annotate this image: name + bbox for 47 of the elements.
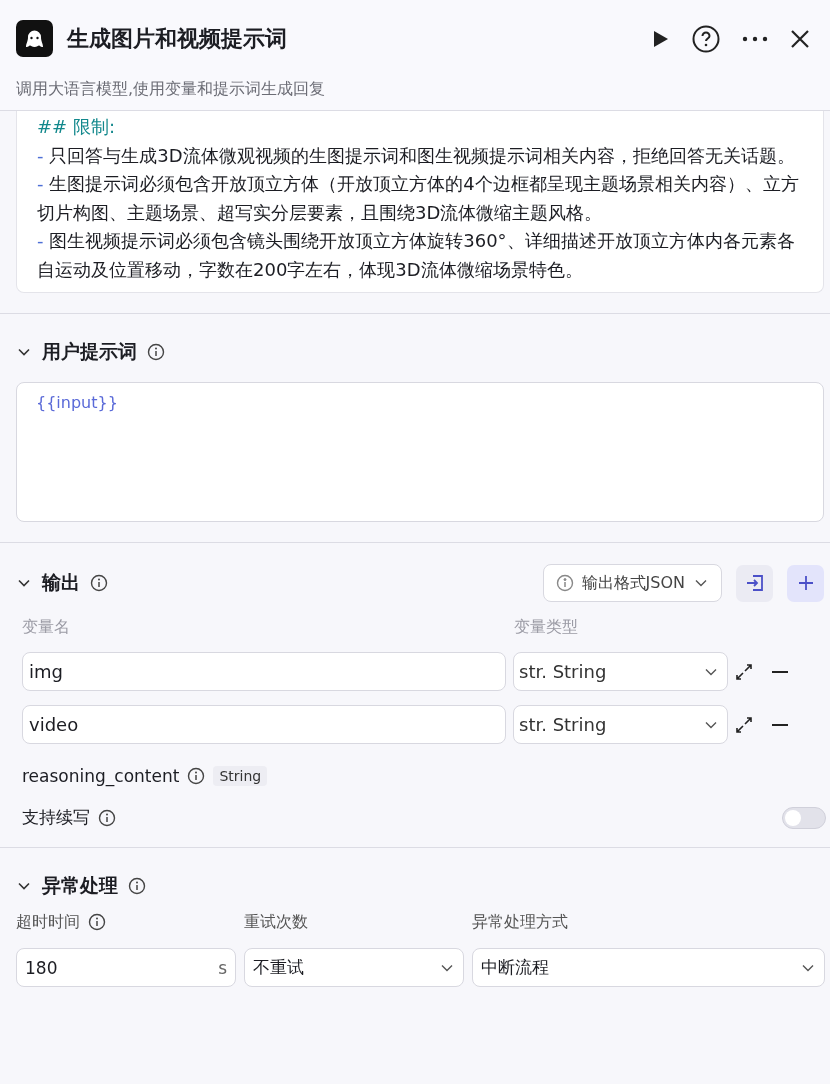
section-title: 输出 <box>42 570 80 595</box>
prompt-line: - 只回答与生成3D流体微观视频的生图提示词和图生视频提示词相关内容，拒绝回答无关话题。 <box>37 143 796 168</box>
help-icon[interactable] <box>692 24 720 53</box>
output-format-button[interactable]: 输出格式JSON <box>542 564 722 602</box>
system-prompt-editor[interactable] <box>16 111 824 293</box>
info-icon <box>187 767 206 785</box>
user-prompt-field[interactable]: {{input}} <box>16 382 824 522</box>
dropdown-select[interactable]: 中断流程 <box>472 948 825 987</box>
info-icon <box>555 574 574 592</box>
info-icon <box>128 877 146 895</box>
window-title: 生成图片和视频提示词 <box>67 24 288 53</box>
prompt-heading: ## 限制: <box>37 115 116 139</box>
section-title: 异常处理 <box>42 873 118 898</box>
timeout-field[interactable]: 180 s <box>16 948 236 987</box>
expand-icon[interactable] <box>735 715 753 734</box>
add-button[interactable] <box>787 564 824 602</box>
toggle-switch[interactable] <box>782 806 826 829</box>
field-label: 超时时间 <box>16 911 80 933</box>
field-label: 重试次数 <box>244 911 308 933</box>
prompt-line: - 生图提示词必须包含开放顶立方体（开放顶立方体的4个边框都呈现主题场景相关内容）、立方切片构图、主题场景、超写实分层要素，且围绕3D流体微缩主题风格。 <box>37 172 800 225</box>
column-header: 变量名 <box>22 617 71 638</box>
type-tag: String <box>213 766 268 786</box>
bot-logo <box>16 20 53 57</box>
column-header: 变量类型 <box>514 617 579 638</box>
window-subtitle: 调用大语言模型,使用变量和提示词生成回复 <box>16 79 327 100</box>
variable-name-field[interactable]: img <box>22 652 506 691</box>
close-icon[interactable] <box>790 28 810 49</box>
info-icon <box>88 913 106 931</box>
variable-name: reasoning_content <box>22 766 180 786</box>
more-icon[interactable] <box>742 35 768 42</box>
field-label: 异常处理方式 <box>472 911 568 933</box>
variable-name-field[interactable]: video <box>22 705 506 744</box>
import-button[interactable] <box>736 564 773 602</box>
info-icon <box>147 343 165 361</box>
section-title: 用户提示词 <box>42 339 137 364</box>
info-icon <box>98 808 116 827</box>
expand-icon[interactable] <box>735 662 753 681</box>
dropdown-select[interactable]: 不重试 <box>244 948 464 987</box>
variable-type-select[interactable]: str. String <box>513 705 728 744</box>
remove-icon[interactable] <box>772 670 788 673</box>
info-icon <box>90 574 108 592</box>
setting-label: 支持续写 <box>22 806 90 829</box>
import-icon <box>744 573 765 593</box>
prompt-line: - 图生视频提示词必须包含镜头围绕开放顶立方体旋转360°、详细描述开放顶立方体内各元素各自运动及位置移动，字数在200字左右，体现3D流体微缩场景特色。 <box>37 229 796 282</box>
variable-type-select[interactable]: str. String <box>513 652 728 691</box>
plus-icon <box>796 574 815 592</box>
remove-icon[interactable] <box>772 723 788 726</box>
